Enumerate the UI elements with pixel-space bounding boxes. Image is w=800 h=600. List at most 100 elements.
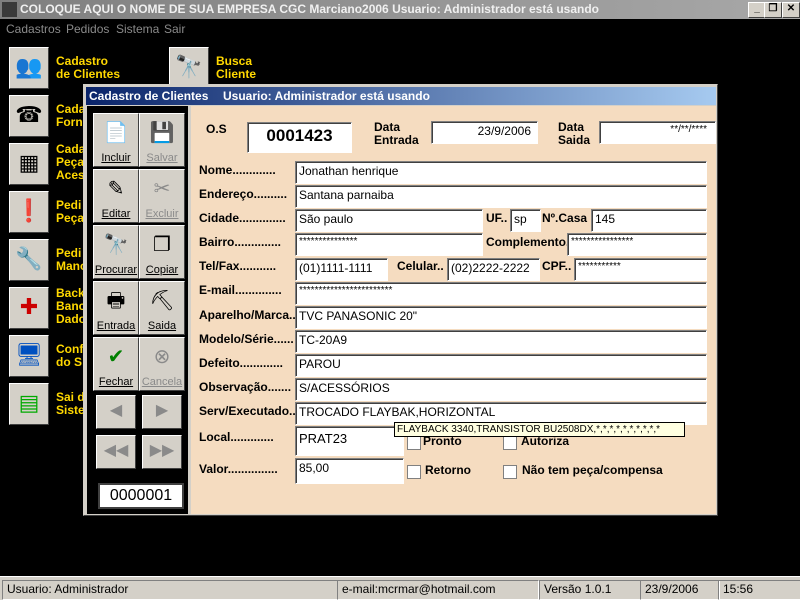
last-record-button[interactable]: ▶▶ — [142, 435, 182, 469]
celular-label: Celular.. — [397, 259, 444, 273]
endereco-field[interactable]: Santana parnaiba — [295, 185, 707, 208]
phone-person-icon[interactable]: ☎ — [9, 95, 49, 137]
terminal-icon[interactable]: ▤ — [9, 383, 49, 425]
shortcut-busca-cliente[interactable]: Busca Cliente — [216, 55, 256, 81]
data-saida-label: Data Saida — [558, 120, 591, 147]
shortcut-cadastro-clientes[interactable]: Cadastro de Clientes — [56, 55, 120, 81]
ncasa-label: Nº.Casa — [542, 211, 588, 225]
prev-record-button[interactable]: ◀ — [96, 395, 136, 429]
nao-tem-peca-label: Não tem peça/compensa — [522, 463, 663, 477]
uf-label: UF.. — [486, 211, 508, 225]
app-icon — [2, 2, 17, 17]
observacao-field[interactable]: S/ACESSÓRIOS — [295, 378, 707, 401]
saida-button[interactable]: ⛏ Saida — [139, 281, 185, 335]
shortcut-configuracao[interactable]: Conf do S — [56, 343, 83, 369]
shortcut-cadastro-pecas[interactable]: Cada Peça Aces — [56, 143, 85, 182]
status-time: 15:56 — [718, 580, 800, 600]
local-label: Local............. — [199, 430, 274, 444]
data-entrada-field[interactable]: 23/9/2006 — [431, 121, 538, 144]
observacao-label: Observação....... — [199, 380, 292, 394]
valor-label: Valor............... — [199, 462, 278, 476]
nao-tem-peca-checkbox[interactable] — [503, 465, 517, 479]
next-record-button[interactable]: ▶ — [142, 395, 182, 429]
menu-sair[interactable]: Sair — [164, 22, 185, 36]
window-subtitle: Usuario: Administrador está usando — [223, 89, 430, 103]
procurar-button[interactable]: 🔭 Procurar — [93, 225, 139, 279]
cpf-label: CPF.. — [542, 259, 572, 273]
status-version: Versão 1.0.1 — [539, 580, 641, 600]
bairro-field[interactable]: *************** — [295, 233, 483, 256]
tools-icon[interactable]: 🔧 — [9, 239, 49, 281]
cidade-field[interactable]: São paulo — [295, 209, 483, 232]
data-saida-field[interactable]: **/**/**** — [599, 121, 716, 144]
double-chevron-left-icon: ◀◀ — [103, 442, 129, 459]
client-form: O.S 0001423 Data Entrada 23/9/2006 Data … — [191, 106, 716, 514]
shortcut-backup-banco[interactable]: Back Banc Dado — [56, 287, 86, 326]
alert-icon[interactable]: ❗ — [9, 191, 49, 233]
edit-icon: ✎ — [107, 178, 125, 200]
window-title-bar[interactable]: Cadastro de Clientes Usuario: Administra… — [86, 87, 716, 105]
chevron-right-icon: ▶ — [155, 402, 169, 419]
aparelho-label: Aparelho/Marca.. — [199, 308, 296, 322]
salvar-button[interactable]: 💾 Salvar — [139, 113, 185, 167]
record-counter: 0000001 — [98, 483, 184, 509]
retorno-checkbox[interactable] — [407, 465, 421, 479]
printer-icon: 🖶 — [106, 290, 126, 312]
menu-sistema[interactable]: Sistema — [116, 22, 159, 36]
celular-field[interactable]: (02)2222-2222 — [447, 258, 540, 281]
fechar-button[interactable]: ✔ Fechar — [93, 337, 139, 391]
bairro-label: Bairro.............. — [199, 235, 282, 249]
valor-field[interactable]: 85,00 — [295, 458, 404, 484]
os-number-field[interactable]: 0001423 — [247, 122, 352, 153]
save-icon: 💾 — [149, 122, 175, 144]
ncasa-field[interactable]: 145 — [591, 209, 707, 232]
editar-button[interactable]: ✎ Editar — [93, 169, 139, 223]
serv-executado-label: Serv/Executado.. — [199, 404, 296, 418]
defeito-label: Defeito............. — [199, 356, 284, 370]
close-button[interactable]: ✕ — [782, 2, 800, 18]
checkmark-icon: ✔ — [107, 346, 125, 368]
menu-pedidos[interactable]: Pedidos — [66, 22, 109, 36]
main-window-title: COLOQUE AQUI O NOME DE SUA EMPRESA CGC M… — [20, 2, 599, 16]
modelo-field[interactable]: TC-20A9 — [295, 330, 707, 353]
cadastro-clientes-window: Cadastro de Clientes Usuario: Administra… — [83, 84, 718, 516]
email-label: E-mail.............. — [199, 283, 282, 297]
cancela-button[interactable]: ⊗ Cancela — [139, 337, 185, 391]
retorno-label: Retorno — [425, 463, 471, 477]
os-label: O.S — [206, 122, 227, 136]
telfax-field[interactable]: (01)1111-1111 — [295, 258, 388, 281]
excluir-button[interactable]: ✂ Excluir — [139, 169, 185, 223]
stamp-icon: ⛏ — [149, 290, 175, 312]
shortcut-pedido-pecas[interactable]: Pedi Peça — [56, 199, 84, 225]
complemento-field[interactable]: **************** — [567, 233, 707, 256]
uf-field[interactable]: sp — [510, 209, 541, 232]
endereco-label: Endereço.......... — [199, 187, 288, 201]
binoculars-icon[interactable]: 🔭 — [169, 47, 209, 89]
people-icon[interactable]: 👥 — [9, 47, 49, 89]
aparelho-field[interactable]: TVC PANASONIC 20" — [295, 306, 707, 329]
main-title-bar: COLOQUE AQUI O NOME DE SUA EMPRESA CGC M… — [0, 0, 800, 19]
first-record-button[interactable]: ◀◀ — [96, 435, 136, 469]
chip-icon[interactable]: ▦ — [9, 143, 49, 185]
entrada-button[interactable]: 🖶 Entrada — [93, 281, 139, 335]
copiar-button[interactable]: ❐ Copiar — [139, 225, 185, 279]
autoriza-checkbox[interactable] — [503, 436, 517, 450]
disk-icon[interactable]: ✚ — [9, 287, 49, 329]
defeito-field[interactable]: PAROU — [295, 354, 707, 377]
monitor-icon[interactable]: 🖥 — [9, 335, 49, 377]
binoculars-icon: 🔭 — [103, 234, 129, 256]
email-field[interactable]: ************************ — [295, 282, 707, 305]
incluir-button[interactable]: 📄 Incluir — [93, 113, 139, 167]
shortcut-cadastro-fornecedor[interactable]: Cada Forn — [56, 103, 85, 129]
complemento-label: Complemento.. — [486, 235, 573, 249]
copy-icon: ❐ — [153, 234, 171, 256]
maximize-button[interactable]: ❐ — [764, 2, 782, 18]
menu-cadastros[interactable]: Cadastros — [6, 22, 61, 36]
local-field[interactable]: PRAT23 — [295, 426, 404, 456]
pronto-checkbox[interactable] — [407, 436, 421, 450]
nome-field[interactable]: Jonathan henrique — [295, 161, 707, 184]
cpf-field[interactable]: *********** — [574, 258, 707, 281]
nome-label: Nome............. — [199, 163, 276, 177]
shortcut-sair-sistema[interactable]: Sai d Siste — [56, 391, 85, 417]
field-tooltip: FLAYBACK 3340,TRANSISTOR BU2508DX,*,*,*,… — [394, 422, 685, 437]
